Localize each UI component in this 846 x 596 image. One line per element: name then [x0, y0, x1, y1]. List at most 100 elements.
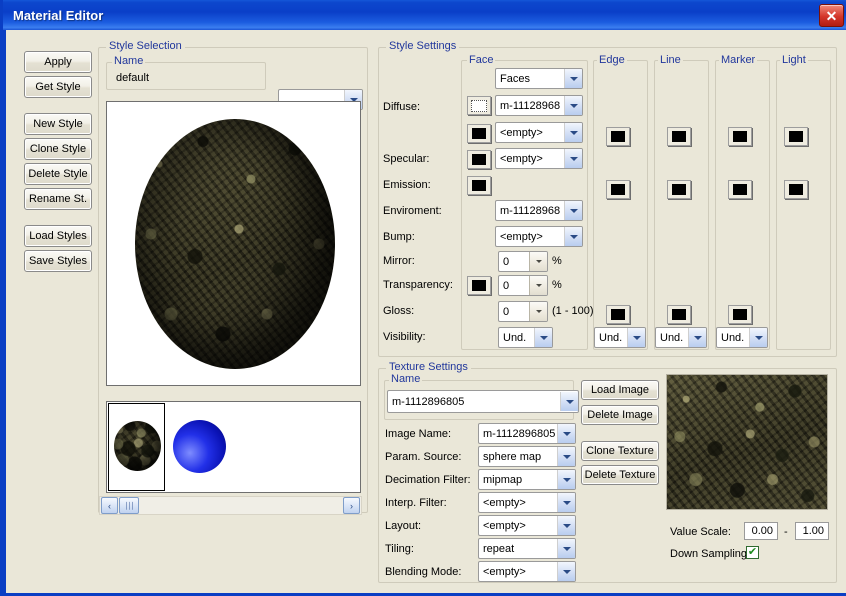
face-diffuse2-value: <empty>: [496, 127, 564, 139]
light-diffuse-color-swatch[interactable]: [784, 127, 808, 146]
new-style-button[interactable]: New Style: [24, 113, 92, 135]
style-name-value: default: [116, 72, 149, 84]
gloss-hint-label: (1 - 100): [552, 305, 594, 317]
interp-filter-combo[interactable]: <empty>: [478, 492, 576, 513]
tiling-combo[interactable]: repeat: [478, 538, 576, 559]
line-transparency-color-swatch[interactable]: [667, 305, 691, 324]
face-specular-value: <empty>: [496, 153, 564, 165]
scrollbar-track[interactable]: [139, 498, 342, 513]
line-diffuse-color-swatch[interactable]: [667, 127, 691, 146]
decimation-filter-value: mipmap: [479, 474, 557, 486]
texture-name-combo[interactable]: m-1112896805: [387, 390, 579, 413]
delete-style-button[interactable]: Delete Style: [24, 163, 92, 185]
load-image-button[interactable]: Load Image: [581, 380, 659, 400]
save-styles-button[interactable]: Save Styles: [24, 250, 92, 272]
mirror-unit-label: %: [552, 255, 562, 267]
chevron-down-icon: [564, 227, 582, 246]
texture-preview-image[interactable]: [666, 374, 828, 510]
get-style-button[interactable]: Get Style: [24, 76, 92, 98]
line-visibility-combo[interactable]: Und.: [655, 327, 707, 348]
scroll-right-icon[interactable]: ›: [343, 497, 360, 514]
chevron-down-icon: [557, 516, 575, 535]
marker-visibility-combo[interactable]: Und.: [716, 327, 768, 348]
face-diffuse-combo[interactable]: m-11128968: [495, 95, 583, 116]
face-bump-combo[interactable]: <empty>: [495, 226, 583, 247]
face-mirror-value: 0: [499, 256, 529, 268]
row-label-bump: Bump:: [383, 231, 415, 243]
edge-diffuse-color-swatch[interactable]: [606, 127, 630, 146]
line-specular-color-swatch[interactable]: [667, 180, 691, 199]
row-label-emission: Emission:: [383, 179, 431, 191]
marker-transparency-color-swatch[interactable]: [728, 305, 752, 324]
face-diffuse2-combo[interactable]: <empty>: [495, 122, 583, 143]
tiling-value: repeat: [479, 543, 557, 555]
clone-texture-button[interactable]: Clone Texture: [581, 441, 659, 461]
decimation-filter-combo[interactable]: mipmap: [478, 469, 576, 490]
value-scale-max-field[interactable]: 1.00: [795, 522, 829, 540]
thumbnail-strip-panel[interactable]: [106, 401, 361, 493]
row-label-enviroment: Enviroment:: [383, 205, 442, 217]
marker-diffuse-color-swatch[interactable]: [728, 127, 752, 146]
face-bump-value: <empty>: [496, 231, 564, 243]
image-name-value: m-1112896805: [479, 428, 557, 440]
row-label-mirror: Mirror:: [383, 255, 415, 267]
thumbnail-scrollbar[interactable]: ‹ ∣∣∣ ›: [99, 496, 362, 515]
scroll-left-icon[interactable]: ‹: [101, 497, 118, 514]
scrollbar-thumb[interactable]: ∣∣∣: [119, 497, 139, 514]
clone-style-button[interactable]: Clone Style: [24, 138, 92, 160]
chevron-down-icon: [564, 201, 582, 220]
layout-combo[interactable]: <empty>: [478, 515, 576, 536]
face-specular-color-swatch[interactable]: [467, 150, 491, 169]
face-diffuse-color-swatch[interactable]: [467, 96, 491, 115]
param-source-combo[interactable]: sphere map: [478, 446, 576, 467]
face-transparency-color-swatch[interactable]: [467, 276, 491, 295]
face-type-combo[interactable]: Faces: [495, 68, 583, 89]
preview-sphere: [135, 119, 335, 369]
light-specular-color-swatch[interactable]: [784, 180, 808, 199]
edge-transparency-color-swatch[interactable]: [606, 305, 630, 324]
marker-specular-color-swatch[interactable]: [728, 180, 752, 199]
thumbnail-sphere-material: [114, 421, 161, 471]
edge-visibility-combo[interactable]: Und.: [594, 327, 646, 348]
face-gloss-spinner[interactable]: 0: [498, 301, 548, 322]
list-item[interactable]: [108, 403, 165, 491]
chevron-down-icon: [564, 96, 582, 115]
tiling-label: Tiling:: [385, 543, 414, 555]
face-specular-combo[interactable]: <empty>: [495, 148, 583, 169]
face-diffuse-value: m-11128968: [496, 100, 564, 112]
close-icon[interactable]: ✕: [819, 4, 844, 27]
face-visibility-combo[interactable]: Und.: [498, 327, 553, 348]
chevron-down-icon: [534, 328, 552, 347]
rename-style-button[interactable]: Rename St.: [24, 188, 92, 210]
edge-visibility-value: Und.: [595, 332, 627, 344]
row-label-gloss: Gloss:: [383, 305, 414, 317]
face-enviroment-combo[interactable]: m-11128968: [495, 200, 583, 221]
load-styles-button[interactable]: Load Styles: [24, 225, 92, 247]
delete-image-button[interactable]: Delete Image: [581, 405, 659, 425]
edge-column-label: Edge: [597, 54, 627, 66]
face-enviroment-value: m-11128968: [496, 205, 564, 217]
value-scale-min-field[interactable]: 0.00: [744, 522, 778, 540]
value-scale-separator: -: [784, 526, 788, 538]
dialog-client-area: Apply Get Style New Style Clone Style De…: [6, 30, 846, 593]
blending-mode-combo[interactable]: <empty>: [478, 561, 576, 582]
material-preview-panel[interactable]: [106, 101, 361, 386]
delete-texture-button[interactable]: Delete Texture: [581, 465, 659, 485]
blending-mode-label: Blending Mode:: [385, 566, 461, 578]
face-transparency-spinner[interactable]: 0: [498, 275, 548, 296]
list-item[interactable]: [167, 403, 227, 491]
light-column-label: Light: [780, 54, 808, 66]
chevron-down-icon: [529, 302, 547, 321]
marker-visibility-value: Und.: [717, 332, 749, 344]
face-emission-color-swatch[interactable]: [467, 176, 491, 195]
face-mirror-spinner[interactable]: 0: [498, 251, 548, 272]
window-title: Material Editor: [13, 8, 103, 23]
down-sampling-checkbox[interactable]: ✔: [746, 546, 759, 559]
chevron-down-icon: [560, 392, 578, 411]
image-name-combo[interactable]: m-1112896805: [478, 423, 576, 444]
apply-button[interactable]: Apply: [24, 51, 92, 73]
edge-specular-color-swatch[interactable]: [606, 180, 630, 199]
face-column-label: Face: [467, 54, 495, 66]
layout-label: Layout:: [385, 520, 421, 532]
face-diffuse2-color-swatch[interactable]: [467, 124, 491, 143]
